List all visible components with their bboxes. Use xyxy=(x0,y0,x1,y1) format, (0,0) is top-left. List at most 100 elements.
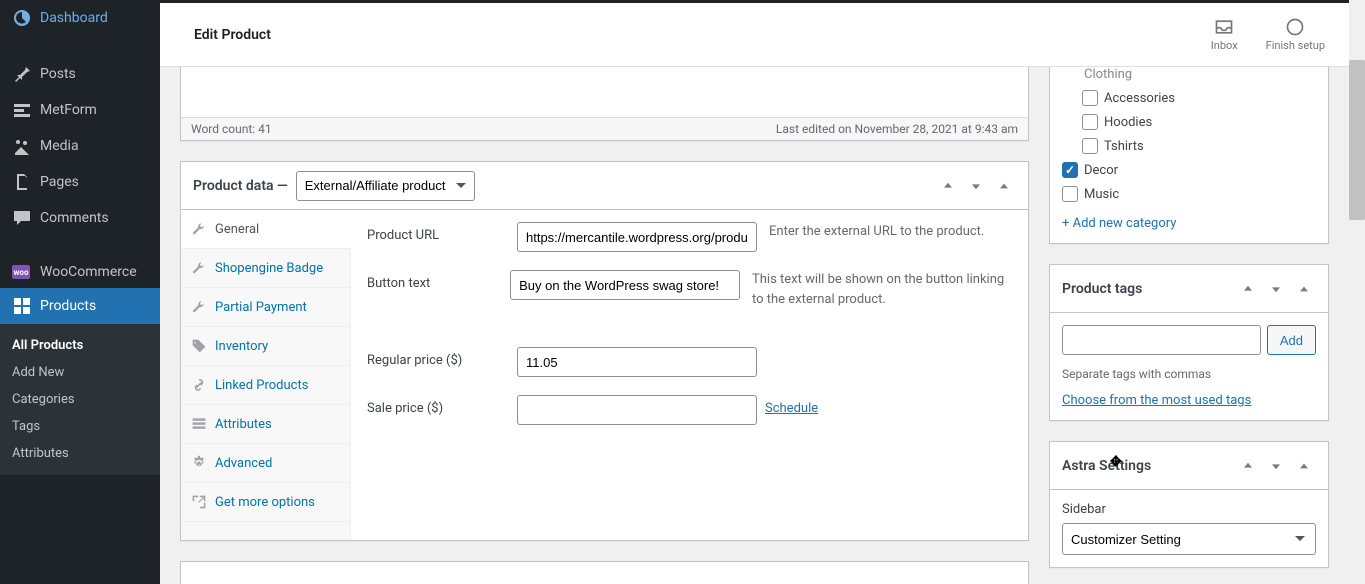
list-icon xyxy=(191,416,207,432)
editor-status-bar: Word count: 41 Last edited on November 2… xyxy=(181,117,1028,140)
sale-price-label: Sale price ($) xyxy=(367,395,517,416)
product-tags-box: Product tags Add Separate tags with comm xyxy=(1049,264,1329,421)
sidebar-metform[interactable]: MetForm xyxy=(0,92,160,128)
tag-input[interactable] xyxy=(1062,325,1261,355)
sidebar-submenu: All Products Add New Categories Tags Att… xyxy=(0,324,160,475)
wrench-icon xyxy=(191,221,207,237)
product-tags-title: Product tags xyxy=(1062,281,1142,297)
toggle-button[interactable] xyxy=(992,174,1016,198)
category-label[interactable]: Hoodies xyxy=(1104,115,1152,130)
sale-price-input[interactable] xyxy=(517,395,757,425)
toggle-button[interactable] xyxy=(1292,454,1316,478)
next-postbox xyxy=(180,561,1029,584)
checkbox-hoodies[interactable] xyxy=(1082,114,1098,130)
sidebar-label: Posts xyxy=(40,66,76,82)
category-label[interactable]: Tshirts xyxy=(1104,139,1144,154)
editor-body[interactable] xyxy=(181,67,1028,117)
sidebar-woocommerce[interactable]: woo WooCommerce xyxy=(0,256,160,288)
sidebar-label: Products xyxy=(40,298,96,314)
pin-icon xyxy=(12,64,32,84)
external-icon xyxy=(191,494,207,510)
category-label[interactable]: Accessories xyxy=(1104,91,1175,106)
checkbox-music[interactable] xyxy=(1062,186,1078,202)
category-label[interactable]: Music xyxy=(1084,187,1119,202)
regular-price-input[interactable] xyxy=(517,347,757,377)
product-url-label: Product URL xyxy=(367,222,517,243)
tab-shopengine-badge[interactable]: Shopengine Badge xyxy=(181,249,350,288)
sidebar-comments[interactable]: Comments xyxy=(0,200,160,236)
submenu-categories[interactable]: Categories xyxy=(0,386,160,413)
product-categories-box: Clothing Accessories Hoodies Tshirt xyxy=(1049,67,1329,244)
product-type-select[interactable]: External/Affiliate product xyxy=(296,171,475,201)
content-editor-box: Word count: 41 Last edited on November 2… xyxy=(180,67,1029,141)
sidebar-posts[interactable]: Posts xyxy=(0,56,160,92)
scrollbar-thumb[interactable] xyxy=(1349,60,1365,220)
product-url-input[interactable] xyxy=(517,222,757,252)
schedule-link[interactable]: Schedule xyxy=(765,395,818,416)
form-icon xyxy=(12,100,32,120)
submenu-tags[interactable]: Tags xyxy=(0,413,160,440)
pages-icon xyxy=(12,172,32,192)
gear-icon xyxy=(191,455,207,471)
move-up-button[interactable] xyxy=(1236,277,1260,301)
submenu-all-products[interactable]: All Products xyxy=(0,332,160,359)
circle-icon xyxy=(1285,17,1305,37)
products-icon xyxy=(12,296,32,316)
button-text-help: This text will be shown on the button li… xyxy=(752,270,1012,309)
add-category-link[interactable]: + Add new category xyxy=(1062,216,1176,231)
tab-get-more[interactable]: Get more options xyxy=(181,483,350,522)
regular-price-label: Regular price ($) xyxy=(367,347,517,368)
add-tag-button[interactable]: Add xyxy=(1267,325,1316,355)
dashboard-icon xyxy=(12,8,32,28)
admin-sidebar: Dashboard Posts MetForm Media Pages Comm… xyxy=(0,0,160,584)
astra-settings-box: Astra Settings ✥ Sidebar Customizer Sett… xyxy=(1049,441,1329,568)
tab-partial-payment[interactable]: Partial Payment xyxy=(181,288,350,327)
tab-attributes[interactable]: Attributes xyxy=(181,405,350,444)
product-data-box: Product data — External/Affiliate produc… xyxy=(180,161,1029,541)
move-down-button[interactable] xyxy=(964,174,988,198)
move-up-button[interactable] xyxy=(936,174,960,198)
tag-icon xyxy=(191,338,207,354)
sidebar-pages[interactable]: Pages xyxy=(0,164,160,200)
submenu-attributes[interactable]: Attributes xyxy=(0,440,160,467)
move-up-button[interactable] xyxy=(1236,454,1260,478)
link-icon xyxy=(191,377,207,393)
button-text-input[interactable] xyxy=(510,270,740,300)
tab-linked-products[interactable]: Linked Products xyxy=(181,366,350,405)
product-url-help: Enter the external URL to the product. xyxy=(769,222,984,242)
choose-tags-link[interactable]: Choose from the most used tags xyxy=(1062,393,1251,408)
checkbox-accessories[interactable] xyxy=(1082,90,1098,106)
inbox-button[interactable]: Inbox xyxy=(1211,17,1238,52)
sidebar-label: Comments xyxy=(40,210,109,226)
sidebar-label: Pages xyxy=(40,174,79,190)
page-header: Edit Product Inbox Finish setup xyxy=(160,3,1349,67)
sidebar-label: Media xyxy=(40,138,79,154)
toggle-button[interactable] xyxy=(1292,277,1316,301)
sidebar-products[interactable]: Products xyxy=(0,288,160,324)
submenu-add-new[interactable]: Add New xyxy=(0,359,160,386)
wrench-icon xyxy=(191,299,207,315)
move-down-button[interactable] xyxy=(1264,277,1288,301)
product-data-title: Product data — xyxy=(193,178,288,194)
media-icon xyxy=(12,136,32,156)
comment-icon xyxy=(12,208,32,228)
page-title: Edit Product xyxy=(194,27,271,43)
sidebar-label: MetForm xyxy=(40,102,97,118)
checkbox-decor[interactable] xyxy=(1062,162,1078,178)
astra-sidebar-select[interactable]: Customizer Setting xyxy=(1062,523,1316,555)
category-label[interactable]: Clothing xyxy=(1084,67,1132,82)
wrench-icon xyxy=(191,260,207,276)
sidebar-dashboard[interactable]: Dashboard xyxy=(0,0,160,36)
tab-general[interactable]: General xyxy=(181,210,351,249)
last-edited: Last edited on November 28, 2021 at 9:43… xyxy=(776,122,1018,136)
window-scrollbar[interactable] xyxy=(1349,0,1365,584)
move-down-button[interactable] xyxy=(1264,454,1288,478)
sidebar-media[interactable]: Media xyxy=(0,128,160,164)
tab-advanced[interactable]: Advanced xyxy=(181,444,350,483)
inbox-icon xyxy=(1214,17,1234,37)
woo-icon: woo xyxy=(12,265,30,279)
tab-inventory[interactable]: Inventory xyxy=(181,327,350,366)
finish-setup-button[interactable]: Finish setup xyxy=(1266,17,1325,52)
category-label[interactable]: Decor xyxy=(1084,163,1118,178)
checkbox-tshirts[interactable] xyxy=(1082,138,1098,154)
